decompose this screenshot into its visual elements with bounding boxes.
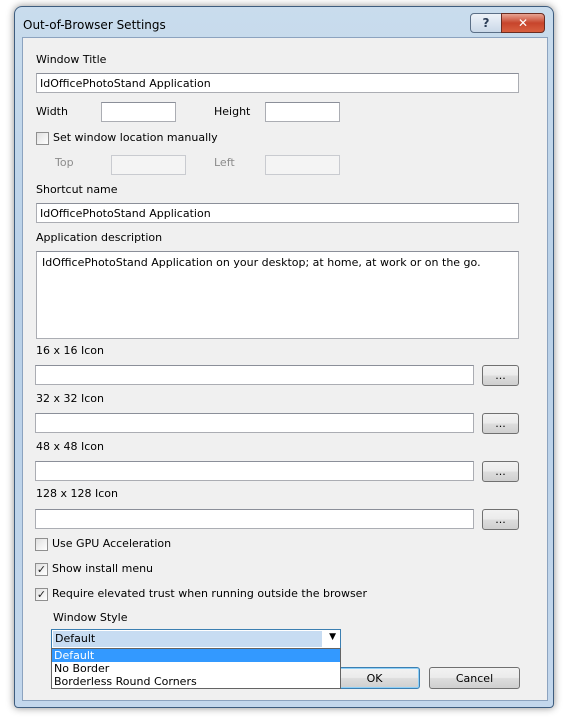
elevated-trust-label: Require elevated trust when running outs… bbox=[52, 587, 367, 600]
shortcut-name-label: Shortcut name bbox=[36, 183, 118, 196]
ok-button[interactable]: OK bbox=[329, 667, 420, 689]
icon16-browse-button[interactable]: ... bbox=[482, 365, 519, 386]
width-label: Width bbox=[36, 105, 68, 118]
description-label: Application description bbox=[36, 231, 163, 244]
install-menu-checkbox[interactable]: ✓ bbox=[35, 563, 48, 576]
left-input[interactable] bbox=[265, 155, 340, 175]
window-style-dropdown-list: Default No Border Borderless Round Corne… bbox=[51, 648, 341, 689]
help-button[interactable]: ? bbox=[470, 13, 502, 33]
top-label: Top bbox=[55, 156, 74, 169]
install-menu-label: Show install menu bbox=[52, 562, 154, 575]
icon128-browse-button[interactable]: ... bbox=[482, 509, 519, 530]
window-title: Out-of-Browser Settings bbox=[23, 18, 166, 32]
icon32-browse-button[interactable]: ... bbox=[482, 413, 519, 434]
icon32-input[interactable] bbox=[35, 413, 474, 433]
description-textarea[interactable]: IdOfficePhotoStand Application on your d… bbox=[36, 251, 519, 339]
icon48-browse-button[interactable]: ... bbox=[482, 461, 519, 482]
window-style-option-default[interactable]: Default bbox=[52, 649, 340, 662]
set-location-checkbox[interactable] bbox=[36, 132, 49, 145]
window-title-label: Window Title bbox=[36, 53, 107, 66]
icon32-label: 32 x 32 Icon bbox=[36, 392, 104, 405]
dialog-window: Out-of-Browser Settings ? ✕ Window Title… bbox=[14, 6, 554, 708]
dialog-client-area: Window Title IdOfficePhotoStand Applicat… bbox=[22, 37, 548, 701]
window-style-select[interactable]: Default ▼ bbox=[51, 629, 341, 649]
icon128-input[interactable] bbox=[35, 509, 474, 529]
height-label: Height bbox=[214, 105, 251, 118]
close-button[interactable]: ✕ bbox=[501, 13, 545, 33]
icon16-label: 16 x 16 Icon bbox=[36, 344, 104, 357]
icon128-label: 128 x 128 Icon bbox=[36, 487, 118, 500]
icon48-label: 48 x 48 Icon bbox=[36, 440, 104, 453]
window-style-option-borderless-round[interactable]: Borderless Round Corners bbox=[52, 675, 340, 688]
shortcut-name-input[interactable]: IdOfficePhotoStand Application bbox=[36, 203, 519, 223]
height-input[interactable] bbox=[265, 102, 340, 122]
elevated-trust-checkbox[interactable]: ✓ bbox=[35, 588, 48, 601]
gpu-acceleration-label: Use GPU Acceleration bbox=[52, 537, 172, 550]
window-style-label: Window Style bbox=[53, 611, 128, 624]
gpu-acceleration-checkbox[interactable] bbox=[35, 538, 48, 551]
chevron-down-icon[interactable]: ▼ bbox=[329, 632, 336, 642]
width-input[interactable] bbox=[101, 102, 176, 122]
window-style-option-no-border[interactable]: No Border bbox=[52, 662, 340, 675]
left-label: Left bbox=[214, 156, 235, 169]
cancel-button[interactable]: Cancel bbox=[429, 667, 520, 689]
icon48-input[interactable] bbox=[35, 461, 474, 481]
window-title-input[interactable]: IdOfficePhotoStand Application bbox=[36, 73, 519, 93]
top-input[interactable] bbox=[111, 155, 186, 175]
window-style-selected-value: Default bbox=[53, 631, 322, 647]
icon16-input[interactable] bbox=[35, 365, 474, 385]
set-location-label: Set window location manually bbox=[53, 131, 218, 144]
